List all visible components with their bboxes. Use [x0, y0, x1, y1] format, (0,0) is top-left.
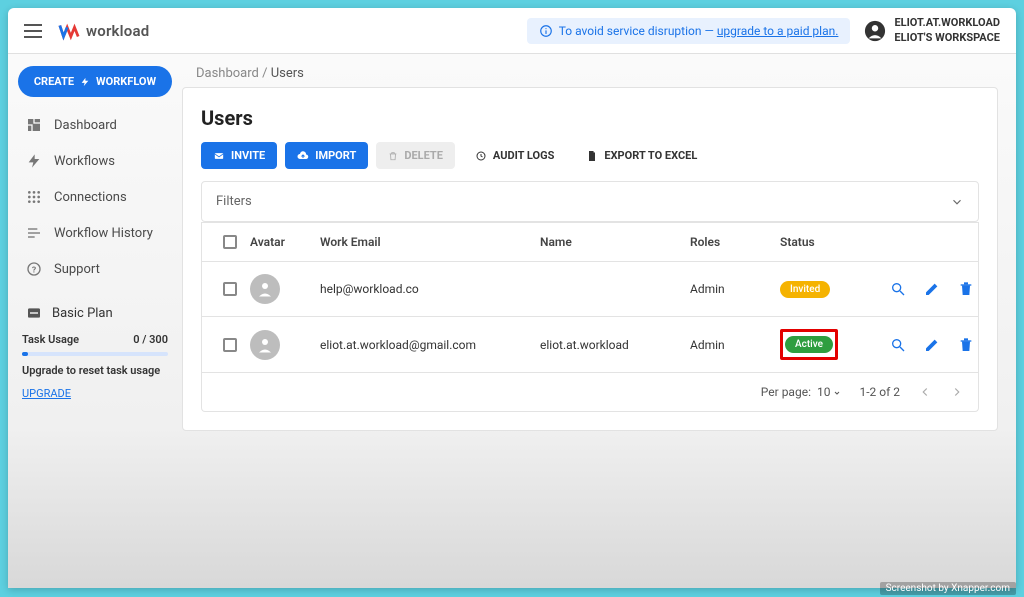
task-usage-progress — [22, 352, 168, 356]
cell-email: eliot.at.workload@gmail.com — [320, 338, 540, 352]
plan-icon — [26, 305, 42, 321]
audit-logs-button[interactable]: AUDIT LOGS — [463, 142, 566, 169]
bolt-icon — [26, 153, 42, 169]
app-window: workload To avoid service disruption — u… — [8, 8, 1016, 588]
main-content: Dashboard / Users Users INVITE IMPORT — [182, 54, 1016, 588]
dashboard-icon — [26, 117, 42, 133]
filters-panel[interactable]: Filters — [201, 181, 979, 222]
sidebar-item-dashboard[interactable]: Dashboard — [18, 107, 172, 143]
delete-button: DELETE — [376, 142, 455, 169]
svg-text:?: ? — [32, 265, 36, 275]
upgrade-banner[interactable]: To avoid service disruption — upgrade to… — [527, 18, 851, 44]
chevron-down-icon — [950, 195, 964, 209]
view-icon[interactable] — [890, 337, 906, 353]
sidebar-item-label: Dashboard — [54, 118, 117, 133]
avatar — [250, 330, 280, 360]
topbar: workload To avoid service disruption — u… — [8, 8, 1016, 54]
breadcrumb: Dashboard / Users — [182, 66, 998, 81]
task-usage-label: Task Usage — [22, 333, 79, 346]
task-usage-value: 0 / 300 — [133, 333, 168, 346]
cell-name: eliot.at.workload — [540, 338, 690, 352]
row-checkbox[interactable] — [223, 338, 237, 352]
brand-logo[interactable]: workload — [58, 20, 149, 42]
page-title: Users — [201, 106, 979, 130]
col-avatar: Avatar — [250, 235, 320, 249]
status-badge: Invited — [780, 281, 830, 298]
delete-icon[interactable] — [958, 281, 974, 297]
sidebar-item-connections[interactable]: Connections — [18, 179, 172, 215]
user-name: ELIOT.AT.WORKLOAD — [894, 16, 1000, 30]
delete-icon[interactable] — [958, 337, 974, 353]
sidebar-item-label: Workflow History — [54, 226, 153, 241]
user-menu[interactable]: ELIOT.AT.WORKLOAD ELIOT'S WORKSPACE — [864, 16, 1000, 45]
import-button[interactable]: IMPORT — [285, 142, 368, 169]
list-icon — [26, 225, 42, 241]
trash-icon — [388, 150, 398, 162]
sidebar-item-support[interactable]: ? Support — [18, 251, 172, 287]
menu-icon[interactable] — [24, 24, 42, 38]
prev-page-icon[interactable] — [918, 385, 932, 399]
export-excel-button[interactable]: EXPORT TO EXCEL — [574, 142, 709, 169]
highlight-annotation: Active — [780, 329, 838, 360]
toolbar: INVITE IMPORT DELETE AUDIT LOGS — [201, 142, 979, 169]
screenshot-credit: Screenshot by Xnapper.com — [880, 582, 1016, 595]
plan-title: Basic Plan — [52, 306, 113, 321]
upgrade-link[interactable]: UPGRADE — [18, 381, 75, 406]
status-badge: Active — [785, 336, 833, 353]
plan-section: Basic Plan Task Usage 0 / 300 Upgrade to… — [18, 295, 172, 406]
table-row: eliot.at.workload@gmail.com eliot.at.wor… — [202, 316, 978, 372]
file-icon — [586, 150, 598, 162]
col-name: Name — [540, 235, 690, 249]
row-checkbox[interactable] — [223, 282, 237, 296]
invite-button[interactable]: INVITE — [201, 142, 277, 169]
person-icon — [256, 336, 274, 354]
sidebar-item-workflow-history[interactable]: Workflow History — [18, 215, 172, 251]
select-all-checkbox[interactable] — [223, 235, 237, 249]
per-page-label: Per page: — [761, 385, 811, 399]
cell-role: Admin — [690, 338, 780, 352]
sidebar-item-label: Connections — [54, 190, 127, 205]
person-icon — [256, 280, 274, 298]
upgrade-banner-link[interactable]: upgrade to a paid plan. — [717, 24, 839, 38]
edit-icon[interactable] — [924, 337, 940, 353]
workload-logo-icon — [58, 20, 80, 42]
pagination: Per page: 10 1-2 of 2 — [202, 372, 978, 411]
grid-icon — [26, 189, 42, 205]
view-icon[interactable] — [890, 281, 906, 297]
user-avatar-icon — [864, 20, 886, 42]
create-workflow-button[interactable]: CREATE WORKFLOW — [18, 66, 172, 97]
upgrade-reset-text: Upgrade to reset task usage — [18, 360, 172, 381]
brand-text: workload — [86, 22, 149, 40]
history-icon — [475, 150, 487, 162]
per-page-select[interactable]: 10 — [817, 385, 841, 399]
sidebar: CREATE WORKFLOW Dashboard Workflows Conn… — [8, 54, 182, 588]
page-range: 1-2 of 2 — [859, 385, 900, 399]
help-icon: ? — [26, 261, 42, 277]
filters-label: Filters — [216, 194, 252, 209]
users-table: Avatar Work Email Name Roles Status help… — [201, 222, 979, 412]
bolt-icon — [80, 76, 90, 88]
workspace-name: ELIOT'S WORKSPACE — [894, 31, 1000, 45]
next-page-icon[interactable] — [950, 385, 964, 399]
edit-icon[interactable] — [924, 281, 940, 297]
breadcrumb-current: Users — [271, 66, 304, 81]
table-row: help@workload.co Admin Invited — [202, 261, 978, 316]
col-email: Work Email — [320, 235, 540, 249]
users-card: Users INVITE IMPORT DELETE — [182, 87, 998, 431]
col-roles: Roles — [690, 235, 780, 249]
cell-role: Admin — [690, 282, 780, 296]
avatar — [250, 274, 280, 304]
cell-email: help@workload.co — [320, 282, 540, 296]
sidebar-item-label: Support — [54, 262, 100, 277]
breadcrumb-root[interactable]: Dashboard — [196, 66, 259, 81]
sidebar-item-label: Workflows — [54, 154, 115, 169]
mail-icon — [213, 151, 225, 161]
info-icon — [539, 24, 553, 38]
dropdown-icon — [833, 389, 841, 397]
sidebar-item-workflows[interactable]: Workflows — [18, 143, 172, 179]
col-status: Status — [780, 235, 890, 249]
cloud-upload-icon — [297, 150, 309, 162]
table-header: Avatar Work Email Name Roles Status — [202, 222, 978, 261]
